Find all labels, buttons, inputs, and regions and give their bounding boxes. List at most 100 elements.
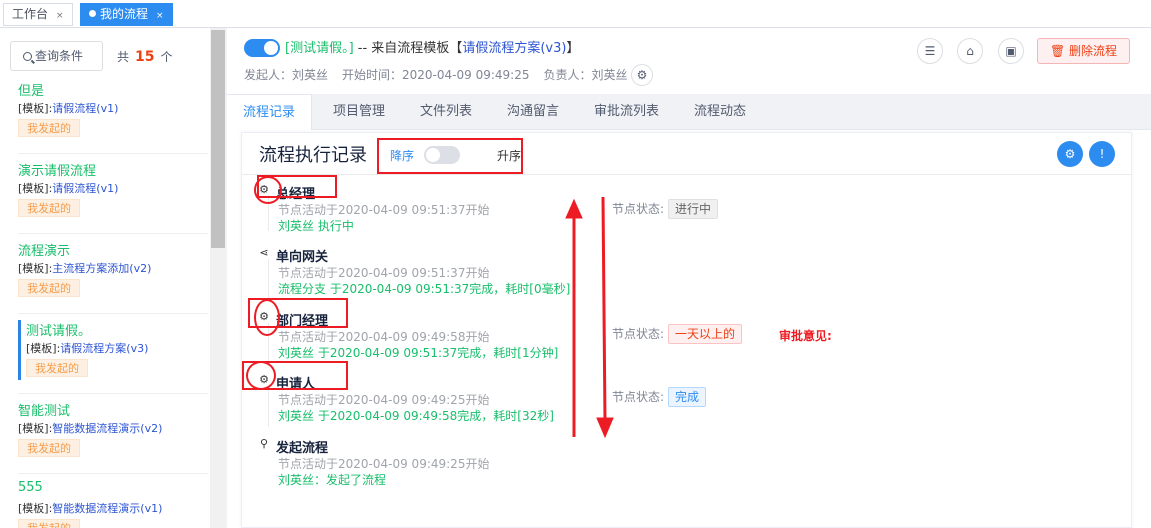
list-item[interactable]: 智能测试 [模板]:智能数据流程演示(v2) 我发起的 bbox=[18, 400, 208, 474]
template-prefix: [模板]: bbox=[18, 262, 53, 275]
close-icon[interactable]: × bbox=[156, 11, 164, 21]
template-link[interactable]: 请假流程(v1) bbox=[52, 102, 118, 115]
image-button[interactable]: ▣ bbox=[998, 38, 1024, 64]
tab-flow-activity[interactable]: 流程动态 bbox=[694, 94, 746, 130]
list-item[interactable]: 演示请假流程 [模板]:请假流程(v1) 我发起的 bbox=[18, 160, 208, 234]
template-link[interactable]: 请假流程方案(v3) bbox=[60, 342, 148, 355]
node-detail: 刘英丝 执行中 bbox=[278, 219, 354, 233]
card-title: 流程执行记录 bbox=[259, 145, 367, 166]
tab-approval-list[interactable]: 审批流列表 bbox=[594, 94, 659, 130]
detail-tabs: 流程记录 项目管理 文件列表 沟通留言 审批流列表 流程动态 bbox=[227, 94, 1151, 130]
delete-flow-button[interactable]: 🗑 删除流程 bbox=[1037, 38, 1130, 64]
template-prefix: [模板]: bbox=[18, 502, 53, 515]
template-link[interactable]: 主流程方案添加(v2) bbox=[52, 262, 151, 275]
settings-gear-button[interactable]: ⚙ bbox=[631, 64, 653, 86]
flow-enable-toggle[interactable] bbox=[244, 39, 280, 57]
flow-record-card: 流程执行记录 降序 升序 ⚙ ! ⚙ 总经理 节点活动于2020-04-09 0… bbox=[241, 132, 1132, 528]
approval-opinion-label: 审批意见: bbox=[779, 329, 832, 343]
item-template: [模板]:智能数据流程演示(v1) bbox=[18, 500, 208, 516]
count-suffix: 个 bbox=[160, 50, 173, 64]
start-time: 开始时间：2020-04-09 09:49:25 bbox=[342, 68, 530, 82]
item-title: 测试请假。 bbox=[26, 324, 92, 339]
node-status: 节点状态: 完成 bbox=[612, 387, 707, 407]
tab-file-list[interactable]: 文件列表 bbox=[420, 94, 472, 130]
item-template: [模板]:请假流程(v1) bbox=[18, 180, 208, 196]
tab-messages[interactable]: 沟通留言 bbox=[507, 94, 559, 130]
node-name: 发起流程 bbox=[276, 441, 329, 456]
node-start: 节点活动于2020-04-09 09:49:58开始 bbox=[278, 330, 490, 344]
delete-flow-label: 删除流程 bbox=[1069, 44, 1118, 58]
count-prefix: 共 bbox=[117, 50, 130, 64]
item-template: [模板]:主流程方案添加(v2) bbox=[18, 260, 208, 276]
node-start: 节点活动于2020-04-09 09:51:37开始 bbox=[278, 203, 490, 217]
tab-flow-record[interactable]: 流程记录 bbox=[227, 94, 312, 130]
list-item-active[interactable]: 测试请假。 [模板]:请假流程方案(v3) 我发起的 bbox=[18, 320, 208, 394]
node-start: 节点活动于2020-04-09 09:49:25开始 bbox=[278, 393, 490, 407]
item-badge: 我发起的 bbox=[26, 359, 88, 377]
execution-timeline: ⚙ 总经理 节点活动于2020-04-09 09:51:37开始 刘英丝 执行中… bbox=[242, 175, 1131, 528]
list-item[interactable]: 流程演示 [模板]:主流程方案添加(v2) 我发起的 bbox=[18, 240, 208, 314]
card-header: 流程执行记录 降序 升序 ⚙ ! bbox=[242, 133, 1131, 175]
query-button-label: 查询条件 bbox=[35, 49, 84, 63]
timeline-node: ⋖ 单向网关 节点活动于2020-04-09 09:51:37开始 流程分支 于… bbox=[258, 246, 818, 302]
node-status: 节点状态: 进行中 bbox=[612, 199, 719, 219]
status-label: 节点状态: bbox=[612, 327, 665, 341]
image-icon: ▣ bbox=[1005, 44, 1017, 58]
close-icon[interactable]: × bbox=[56, 11, 64, 21]
gear-icon: ⚙ bbox=[1064, 147, 1076, 161]
flow-title: [测试请假。] -- 来自流程模板【请假流程方案(v3)】 bbox=[285, 37, 579, 56]
trash-icon: 🗑 bbox=[1049, 44, 1066, 58]
adjust-button[interactable]: ☰ bbox=[917, 38, 943, 64]
list-item[interactable]: 但是 [模板]:请假流程(v1) 我发起的 bbox=[18, 80, 208, 154]
item-title: 智能测试 bbox=[18, 404, 71, 419]
total-count: 共 15 个 bbox=[117, 48, 173, 65]
gear-round-button[interactable]: ⚙ bbox=[1057, 141, 1083, 167]
template-link[interactable]: 智能数据流程演示(v2) bbox=[52, 422, 162, 435]
flow-title-bracket: 】 bbox=[566, 41, 580, 56]
template-prefix: [模板]: bbox=[18, 182, 53, 195]
bag-icon: ⌂ bbox=[966, 44, 974, 58]
template-link[interactable]: 智能数据流程演示(v1) bbox=[52, 502, 162, 515]
status-label: 节点状态: bbox=[612, 202, 665, 216]
node-detail: 刘英丝 于2020-04-09 09:51:37完成，耗时[1分钟] bbox=[278, 346, 559, 360]
item-template: [模板]:请假流程(v1) bbox=[18, 100, 208, 116]
top-tab-bar: 工作台 × 我的流程 × bbox=[0, 0, 1151, 28]
top-tab-my-flows[interactable]: 我的流程 × bbox=[80, 3, 173, 26]
scrollbar-thumb[interactable] bbox=[211, 30, 225, 248]
flow-list-panel: 查询条件 共 15 个 但是 [模板]:请假流程(v1) 我发起的 演示请假流程 [… bbox=[0, 28, 226, 528]
annotation-circle-icon bbox=[246, 361, 276, 390]
flow-meta: 发起人：刘英丝 开始时间：2020-04-09 09:49:25 负责人：刘英丝 bbox=[244, 66, 641, 83]
tab-project-management[interactable]: 项目管理 bbox=[333, 94, 385, 130]
item-badge: 我发起的 bbox=[18, 519, 80, 528]
status-badge: 完成 bbox=[668, 387, 707, 407]
active-dot-icon bbox=[89, 10, 96, 17]
status-label: 节点状态: bbox=[612, 390, 665, 404]
gear-icon: ⚙ bbox=[636, 68, 648, 82]
top-tab-label: 工作台 bbox=[12, 7, 49, 21]
item-badge: 我发起的 bbox=[18, 439, 80, 457]
template-prefix: [模板]: bbox=[18, 422, 53, 435]
template-prefix: [模板]: bbox=[26, 342, 61, 355]
count-value: 15 bbox=[135, 49, 155, 65]
search-icon bbox=[23, 52, 32, 61]
bag-button[interactable]: ⌂ bbox=[957, 38, 983, 64]
item-template: [模板]:智能数据流程演示(v2) bbox=[18, 420, 208, 436]
node-detail: 刘英丝 于2020-04-09 09:49:58完成，耗时[32秒] bbox=[278, 409, 554, 423]
branch-icon: ⋖ bbox=[259, 246, 269, 259]
node-start: 节点活动于2020-04-09 09:51:37开始 bbox=[278, 266, 490, 280]
flow-detail-panel: [测试请假。] -- 来自流程模板【请假流程方案(v3)】 发起人：刘英丝 开始时… bbox=[227, 28, 1151, 528]
initiator: 发起人：刘英丝 bbox=[244, 68, 329, 82]
item-badge: 我发起的 bbox=[18, 279, 80, 297]
toggle-knob bbox=[264, 41, 278, 55]
item-badge: 我发起的 bbox=[18, 199, 80, 217]
location-pin-icon: ⚲ bbox=[259, 437, 269, 450]
flow-template-link[interactable]: 请假流程方案(v3) bbox=[462, 41, 566, 56]
template-link[interactable]: 请假流程(v1) bbox=[52, 182, 118, 195]
template-prefix: [模板]: bbox=[18, 102, 53, 115]
list-item[interactable]: 555 [模板]:智能数据流程演示(v1) 我发起的 bbox=[18, 480, 208, 528]
node-detail: 刘英丝：发起了流程 bbox=[278, 473, 387, 487]
info-round-button[interactable]: ! bbox=[1089, 141, 1115, 167]
top-tab-workbench[interactable]: 工作台 × bbox=[3, 3, 73, 26]
annotation-circle-icon bbox=[254, 299, 280, 336]
query-conditions-button[interactable]: 查询条件 bbox=[10, 41, 103, 71]
